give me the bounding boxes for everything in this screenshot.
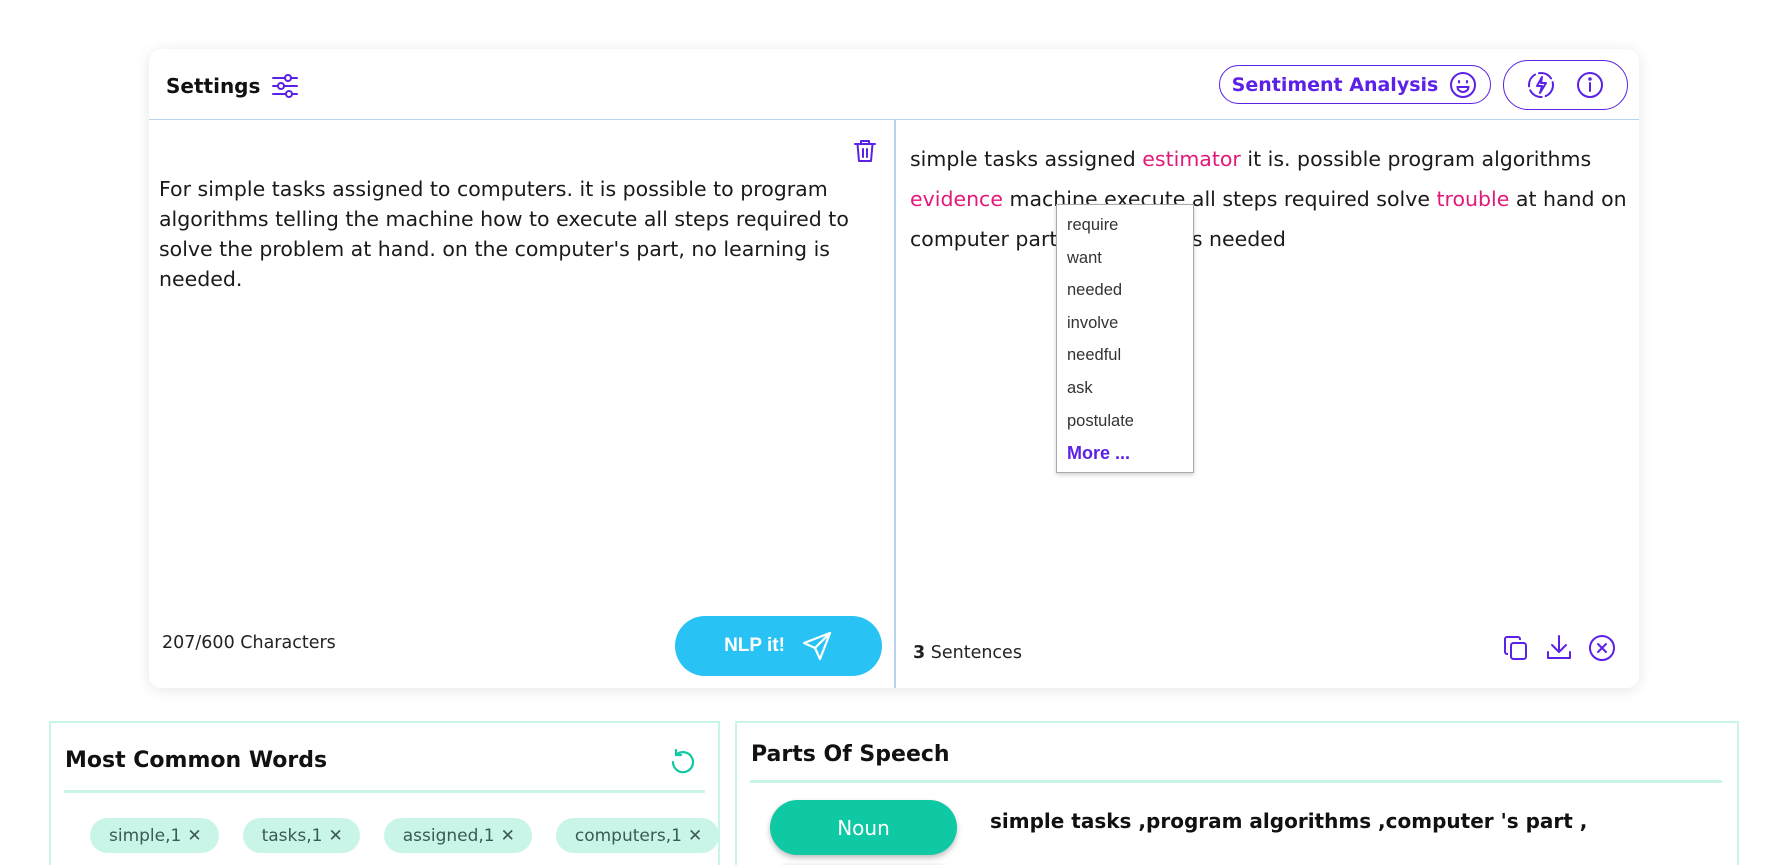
sentence-count: 3 Sentences bbox=[913, 643, 1022, 663]
parts-of-speech-title: Parts Of Speech bbox=[751, 742, 950, 767]
main-card: Settings Sentiment Analysis For simple t… bbox=[149, 49, 1639, 688]
synonym-option[interactable]: needful bbox=[1057, 339, 1193, 372]
input-pane: For simple tasks assigned to computers. … bbox=[149, 121, 894, 688]
output-text: simple tasks assigned estimator it is. p… bbox=[910, 139, 1630, 259]
noun-words: simple tasks ,program algorithms ,comput… bbox=[990, 809, 1588, 833]
parts-of-speech-panel: Parts Of Speech Noun simple tasks ,progr… bbox=[735, 721, 1739, 865]
word-chip-label: tasks,1 bbox=[261, 825, 323, 846]
lightning-circle-icon[interactable] bbox=[1525, 69, 1557, 101]
synonym-option[interactable]: needed bbox=[1057, 274, 1193, 307]
settings-label: Settings bbox=[166, 74, 261, 98]
synonym-option[interactable]: want bbox=[1057, 242, 1193, 275]
nlp-submit-button[interactable]: NLP it! bbox=[675, 616, 882, 676]
sliders-icon bbox=[272, 74, 299, 98]
chip-remove-icon[interactable]: ✕ bbox=[501, 826, 515, 846]
refresh-icon[interactable] bbox=[668, 747, 698, 777]
chip-remove-icon[interactable]: ✕ bbox=[187, 826, 201, 846]
sentence-count-label: Sentences bbox=[925, 643, 1022, 663]
chip-remove-icon[interactable]: ✕ bbox=[328, 826, 342, 846]
word-chip-label: simple,1 bbox=[109, 825, 182, 846]
word-chip: computers,1 ✕ bbox=[555, 818, 720, 853]
most-common-words-panel: Most Common Words simple,1 ✕ tasks,1 ✕ ass… bbox=[49, 721, 720, 865]
synonym-more-link[interactable]: More ... bbox=[1057, 437, 1193, 470]
sentiment-label: Sentiment Analysis bbox=[1231, 73, 1439, 96]
synonym-option[interactable]: involve bbox=[1057, 307, 1193, 340]
smile-icon bbox=[1450, 71, 1477, 98]
synonym-option[interactable]: ask bbox=[1057, 372, 1193, 405]
output-segment: simple tasks assigned bbox=[910, 147, 1143, 171]
sentiment-analysis-button[interactable]: Sentiment Analysis bbox=[1219, 65, 1491, 104]
most-common-words-title: Most Common Words bbox=[65, 748, 328, 773]
trash-icon[interactable] bbox=[851, 137, 879, 165]
word-chips: simple,1 ✕ tasks,1 ✕ assigned,1 ✕ computers… bbox=[90, 818, 720, 853]
output-segment: it is. possible program algorithms bbox=[1240, 147, 1592, 171]
synonym-option[interactable]: require bbox=[1057, 209, 1193, 242]
settings-button[interactable]: Settings bbox=[166, 71, 300, 101]
character-count: 207/600 Characters bbox=[162, 633, 336, 653]
card-header: Settings Sentiment Analysis bbox=[149, 49, 1639, 120]
highlighted-word[interactable]: evidence bbox=[910, 187, 1003, 211]
synonym-dropdown: require want needed involve needful ask … bbox=[1056, 204, 1194, 473]
word-chip-label: computers,1 bbox=[574, 825, 682, 846]
send-icon bbox=[802, 631, 832, 661]
highlighted-word[interactable]: trouble bbox=[1436, 187, 1509, 211]
word-chip: simple,1 ✕ bbox=[90, 818, 219, 853]
copy-icon[interactable] bbox=[1501, 633, 1531, 663]
noun-button[interactable]: Noun bbox=[770, 800, 957, 855]
synonym-option[interactable]: postulate bbox=[1057, 405, 1193, 438]
output-pane: simple tasks assigned estimator it is. p… bbox=[896, 121, 1639, 688]
panel-divider bbox=[750, 780, 1722, 783]
word-chip-label: assigned,1 bbox=[402, 825, 495, 846]
input-textarea[interactable]: For simple tasks assigned to computers. … bbox=[159, 174, 859, 294]
output-actions bbox=[1501, 633, 1617, 663]
chip-remove-icon[interactable]: ✕ bbox=[688, 826, 702, 846]
highlighted-word[interactable]: estimator bbox=[1142, 147, 1241, 171]
nlp-submit-label: NLP it! bbox=[724, 635, 785, 656]
download-icon[interactable] bbox=[1544, 633, 1574, 663]
word-chip: tasks,1 ✕ bbox=[242, 818, 360, 853]
sentence-count-value: 3 bbox=[913, 643, 926, 663]
header-icon-group bbox=[1503, 60, 1628, 110]
close-circle-icon[interactable] bbox=[1587, 633, 1617, 663]
panel-divider bbox=[64, 790, 705, 793]
info-icon[interactable] bbox=[1574, 69, 1606, 101]
word-chip: assigned,1 ✕ bbox=[383, 818, 532, 853]
